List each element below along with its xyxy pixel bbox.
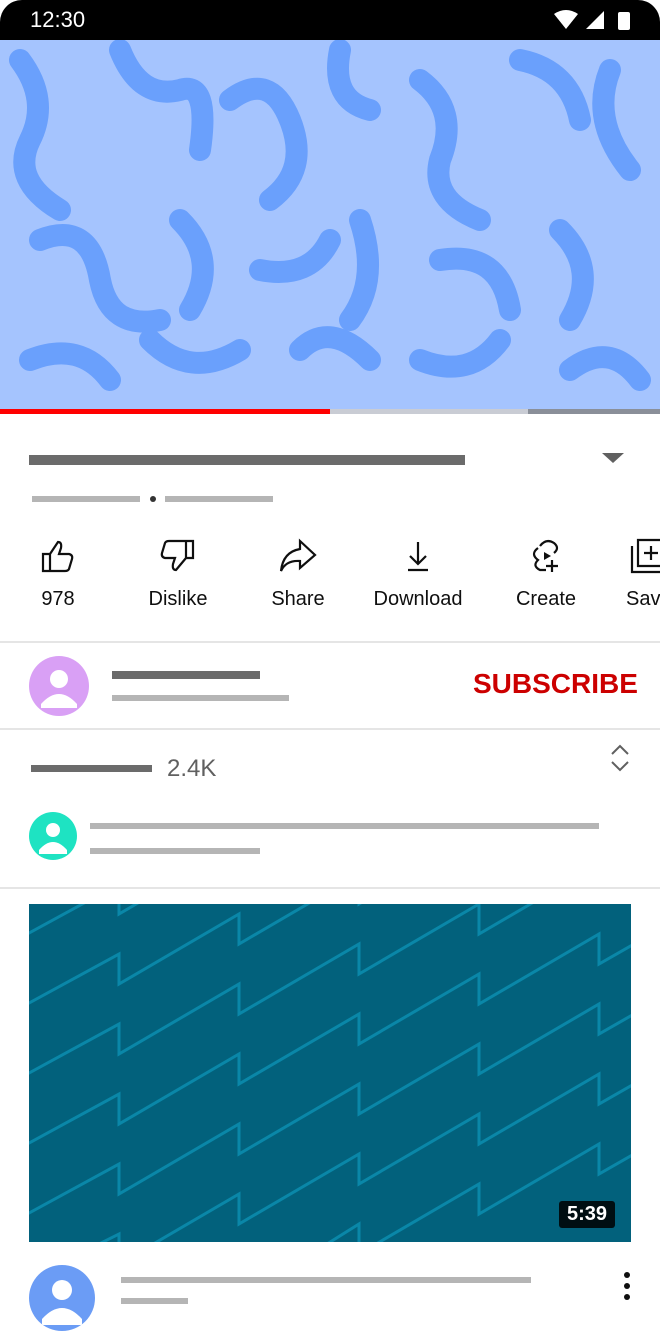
upload-date-placeholder (165, 496, 273, 502)
share-icon (279, 538, 317, 572)
divider (0, 728, 660, 730)
dislike-label: Dislike (148, 588, 208, 610)
next-video-title-placeholder (121, 1277, 531, 1283)
create-button[interactable]: Create (496, 538, 596, 611)
signal-icon (586, 11, 604, 29)
share-label: Share (271, 588, 325, 610)
person-icon (41, 670, 77, 708)
save-label: Save (626, 588, 660, 610)
like-button[interactable]: 978 (8, 538, 108, 611)
thumbs-down-icon (160, 539, 195, 572)
subscriber-count-placeholder (112, 695, 289, 701)
expand-description-icon[interactable] (602, 453, 624, 465)
more-options-icon[interactable] (620, 1270, 634, 1304)
wifi-icon (554, 10, 578, 29)
create-icon (532, 539, 559, 572)
battery-icon (618, 12, 630, 30)
thumbs-up-icon (41, 540, 74, 573)
save-button[interactable]: Save (616, 538, 660, 611)
comments-count: 2.4K (167, 755, 217, 782)
commenter-avatar (29, 812, 77, 860)
next-video-meta-placeholder (121, 1298, 188, 1304)
comments-heading-placeholder (31, 765, 152, 772)
next-video-thumbnail[interactable]: 5:39 (29, 904, 631, 1242)
download-icon (408, 542, 428, 572)
status-icons (554, 10, 630, 30)
progress-played[interactable] (0, 409, 330, 414)
progress-remaining (528, 409, 660, 414)
next-video-channel-avatar[interactable] (29, 1265, 95, 1331)
comment-text-placeholder (90, 848, 260, 854)
dislike-button[interactable]: Dislike (128, 538, 228, 611)
create-label: Create (515, 588, 577, 610)
download-button[interactable]: Download (368, 538, 468, 611)
like-count: 978 (41, 588, 75, 610)
status-bar: 12:30 (0, 0, 660, 40)
channel-avatar[interactable] (29, 656, 89, 716)
separator-dot (150, 496, 156, 502)
share-button[interactable]: Share (248, 538, 348, 611)
video-title-placeholder (29, 455, 465, 465)
divider (0, 641, 660, 643)
progress-buffered (330, 409, 528, 414)
person-icon (42, 1280, 82, 1325)
person-icon (39, 823, 67, 854)
save-playlist-icon (630, 538, 660, 574)
thumbnail-pattern (29, 904, 631, 1242)
comment-text-placeholder (90, 823, 599, 829)
download-label: Download (373, 588, 463, 610)
video-duration-badge: 5:39 (558, 1201, 615, 1228)
video-player[interactable] (0, 40, 660, 410)
video-thumbnail-pattern (9, 40, 651, 391)
channel-name-placeholder (112, 671, 260, 679)
view-count-placeholder (32, 496, 140, 502)
status-time: 12:30 (30, 7, 86, 32)
subscribe-button[interactable]: SUBSCRIBE (473, 668, 638, 700)
expand-comments-icon[interactable] (608, 743, 632, 773)
divider (0, 887, 660, 889)
